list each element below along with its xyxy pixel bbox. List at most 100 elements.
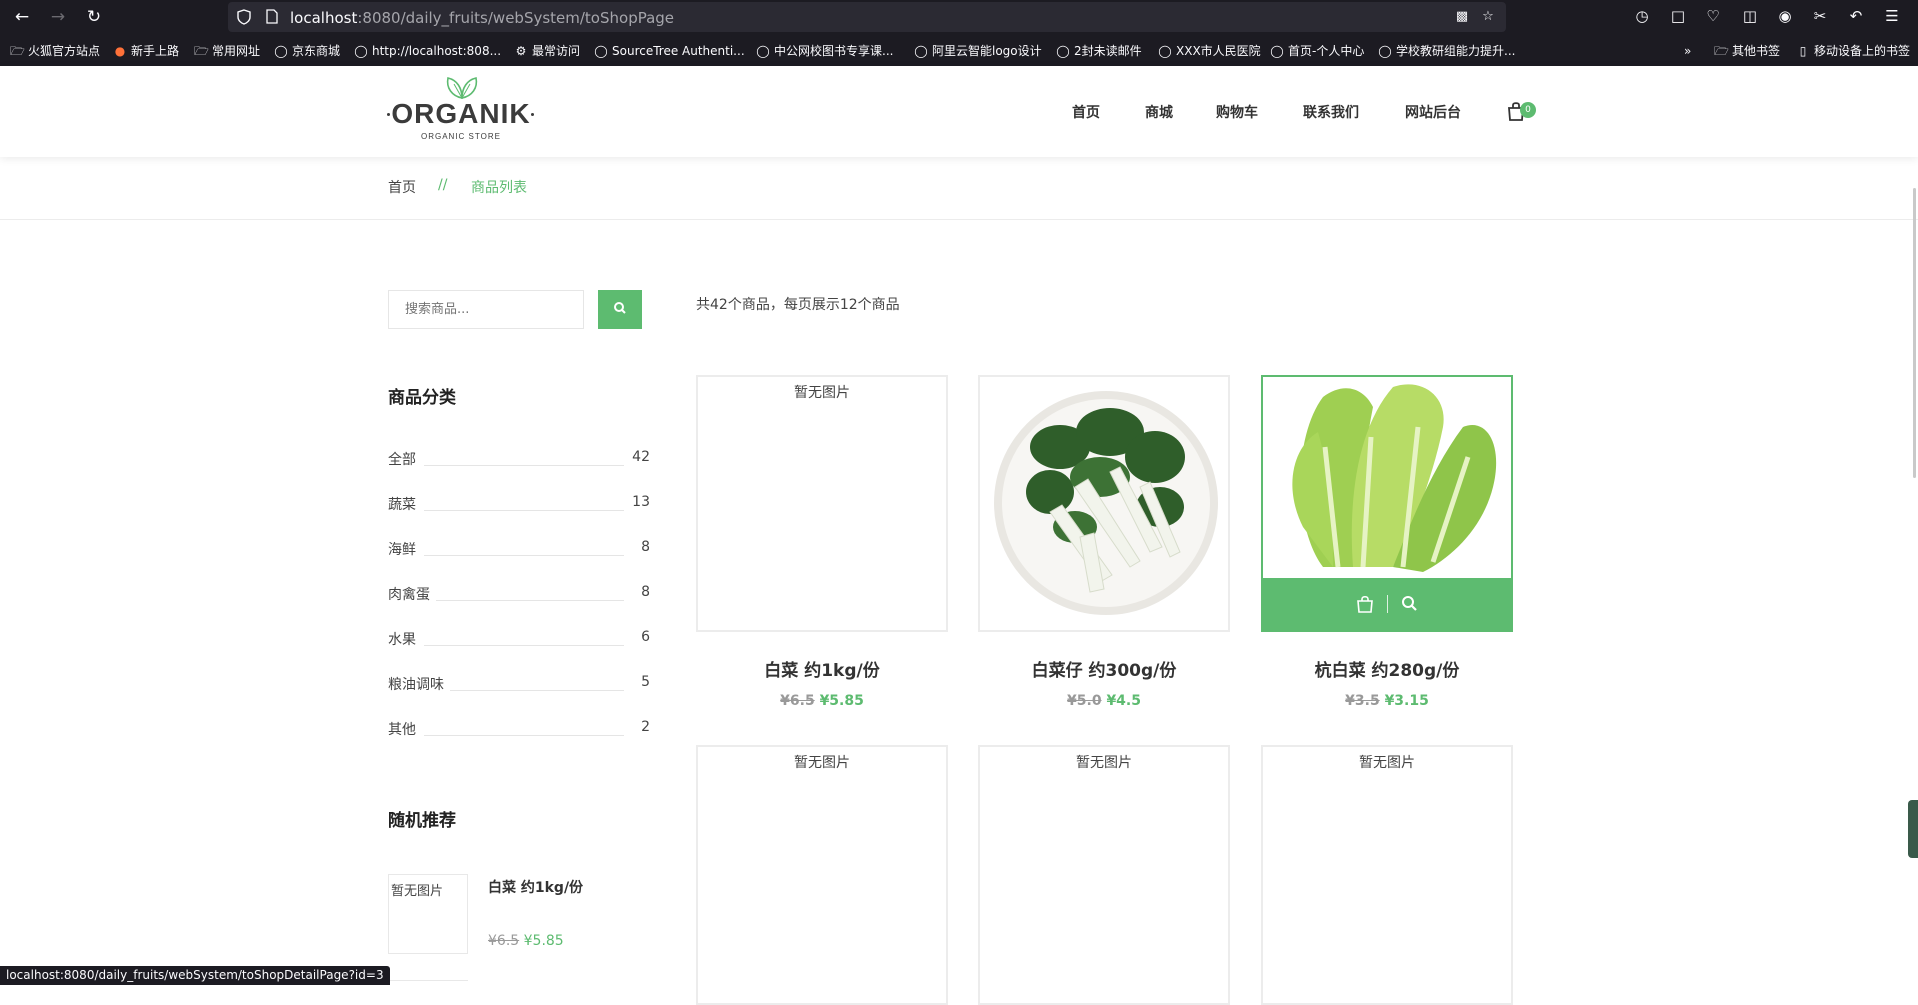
nav-contact[interactable]: 联系我们 <box>1303 102 1359 122</box>
category-name: 粮油调味 <box>388 674 450 694</box>
new-price: ¥5.85 <box>523 933 564 949</box>
bookmarks-toolbar: 🗁 火狐官方站点 ● 新手上路 🗁 常用网址 ◯ 京东商城 ◯ http://localh… <box>0 38 1918 64</box>
history-icon[interactable]: ◷ <box>1632 6 1652 26</box>
logo[interactable]: ORGANIK ORGANIC STORE <box>385 74 537 144</box>
page-icon[interactable] <box>264 9 280 25</box>
recommend-thumbnail[interactable] <box>388 980 468 990</box>
bookmark-label: 京东商城 <box>292 44 341 58</box>
breadcrumb-home[interactable]: 首页 <box>388 177 416 197</box>
back-arrow-icon[interactable]: ← <box>11 6 33 28</box>
category-count: 13 <box>626 494 650 510</box>
nav-shop[interactable]: 商城 <box>1145 102 1173 122</box>
menu-icon[interactable]: ☰ <box>1882 6 1902 26</box>
bookmark-item[interactable]: ◯ 京东商城 <box>274 42 340 60</box>
bookmark-item[interactable]: ⚙ 最常访问 <box>514 42 580 60</box>
url-path: :8080/daily_fruits/webSystem/toShopPage <box>357 9 675 27</box>
leaves-icon <box>446 77 478 99</box>
search-button[interactable] <box>598 290 642 329</box>
dotted-divider <box>424 555 624 556</box>
recommend-price: ¥6.5 ¥5.85 <box>488 933 564 949</box>
recommend-product-title[interactable]: 白菜 约1kg/份 <box>488 877 583 897</box>
qr-code-icon[interactable]: ▩ <box>1454 9 1470 25</box>
bookmark-item[interactable]: ◯ 阿里云智能logo设计 <box>914 42 1041 60</box>
bookmark-label: http://localhost:808... <box>372 44 502 58</box>
no-image-text: 暂无图片 <box>1076 755 1132 771</box>
breadcrumb-separator: // <box>438 177 448 193</box>
old-price: ¥5.0 <box>1067 693 1102 709</box>
mobile-bookmarks-label: 移动设备上的书签 <box>1814 44 1911 58</box>
shield-icon[interactable] <box>236 9 252 25</box>
product-title[interactable]: 白菜 约1kg/份 <box>696 656 948 681</box>
category-item[interactable]: 全部 42 <box>388 449 650 471</box>
address-bar[interactable]: localhost:8080/daily_fruits/webSystem/to… <box>228 2 1506 32</box>
product-title[interactable]: 白菜仔 约300g/份 <box>978 656 1230 681</box>
reload-icon[interactable]: ↻ <box>83 6 105 28</box>
category-title: 商品分类 <box>388 388 456 408</box>
product-price: ¥5.0 ¥4.5 <box>978 693 1230 709</box>
globe-icon: ◯ <box>1056 44 1070 58</box>
breadcrumb-current: 商品列表 <box>471 180 527 196</box>
pocket-icon[interactable]: ♡ <box>1703 6 1723 26</box>
bookmark-label: 2封未读邮件 <box>1074 44 1142 58</box>
lettuce-image <box>1263 377 1511 577</box>
bookmark-item[interactable]: ◯ http://localhost:808... <box>354 42 501 60</box>
dotted-divider <box>424 600 624 601</box>
sidebar-icon[interactable]: ◫ <box>1740 6 1760 26</box>
url-text[interactable]: localhost:8080/daily_fruits/webSystem/to… <box>290 9 674 27</box>
mobile-bookmarks[interactable]: ▯ 移动设备上的书签 <box>1796 42 1910 60</box>
bookmark-item[interactable]: ◯ 中公网校图书专享课... <box>756 42 893 60</box>
product-card[interactable] <box>978 375 1230 632</box>
product-price: ¥6.5 ¥5.85 <box>696 693 948 709</box>
bookmark-item[interactable]: 🗁 常用网址 <box>194 42 260 60</box>
category-name: 蔬菜 <box>388 494 422 514</box>
forward-arrow-icon[interactable]: → <box>47 6 69 28</box>
nav-admin[interactable]: 网站后台 <box>1405 102 1461 122</box>
old-price: ¥3.5 <box>1345 693 1380 709</box>
folder-icon: 🗁 <box>194 44 209 58</box>
recommend-thumbnail[interactable]: 暂无图片 <box>388 874 468 954</box>
product-card[interactable] <box>1261 375 1513 632</box>
product-card[interactable]: 暂无图片 <box>696 375 948 632</box>
side-widget-tab[interactable] <box>1908 800 1918 858</box>
bookmark-item[interactable]: ◯ 2封未读邮件 <box>1056 42 1142 60</box>
bookmark-label: 学校教研组能力提升... <box>1396 44 1516 58</box>
search-input[interactable] <box>388 290 584 329</box>
bookmark-label: 最常访问 <box>532 44 581 58</box>
globe-icon: ◯ <box>274 44 288 58</box>
category-item[interactable]: 粮油调味 5 <box>388 674 650 696</box>
nav-cart[interactable]: 购物车 <box>1216 102 1258 122</box>
category-item[interactable]: 肉禽蛋 8 <box>388 584 650 606</box>
star-icon[interactable]: ☆ <box>1480 9 1496 25</box>
bookmark-item[interactable]: ◯ XXX市人民医院 <box>1158 42 1260 60</box>
category-item[interactable]: 其他 2 <box>388 719 650 741</box>
bookmark-item[interactable]: ◯ 学校教研组能力提升... <box>1378 42 1515 60</box>
extensions-icon[interactable]: □ <box>1668 6 1688 26</box>
product-card[interactable]: 暂无图片 <box>978 745 1230 1005</box>
product-title[interactable]: 杭白菜 约280g/份 <box>1261 656 1513 681</box>
category-item[interactable]: 蔬菜 13 <box>388 494 650 516</box>
add-to-cart-bag-icon[interactable] <box>1355 594 1375 614</box>
bookmark-item[interactable]: ◯ SourceTree Authenti... <box>594 42 744 60</box>
screenshot-icon[interactable]: ✂ <box>1810 6 1830 26</box>
bookmark-item[interactable]: 🗁 火狐官方站点 <box>10 42 100 60</box>
category-item[interactable]: 水果 6 <box>388 629 650 651</box>
product-price: ¥3.5 ¥3.15 <box>1261 693 1513 709</box>
more-bookmarks-chevron-icon[interactable]: » <box>1684 42 1691 60</box>
bookmark-item[interactable]: ◯ 首页-个人中心 <box>1270 42 1364 60</box>
nav-home[interactable]: 首页 <box>1072 102 1100 122</box>
undo-icon[interactable]: ↶ <box>1846 6 1866 26</box>
product-card[interactable]: 暂无图片 <box>1261 745 1513 1005</box>
logo-subtitle: ORGANIC STORE <box>421 132 501 141</box>
profile-icon[interactable]: ◉ <box>1775 6 1795 26</box>
category-item[interactable]: 海鲜 8 <box>388 539 650 561</box>
page-scrollbar[interactable] <box>1913 188 1916 478</box>
gear-icon: ⚙ <box>515 44 527 58</box>
globe-icon: ◯ <box>914 44 928 58</box>
search-icon[interactable] <box>1400 594 1420 614</box>
product-card[interactable]: 暂无图片 <box>696 745 948 1005</box>
bookmark-item[interactable]: ● 新手上路 <box>113 42 179 60</box>
bookmark-label: 火狐官方站点 <box>28 44 101 58</box>
dotted-divider <box>424 735 624 736</box>
category-name: 全部 <box>388 449 422 469</box>
other-bookmarks[interactable]: 🗁 其他书签 <box>1714 42 1780 60</box>
